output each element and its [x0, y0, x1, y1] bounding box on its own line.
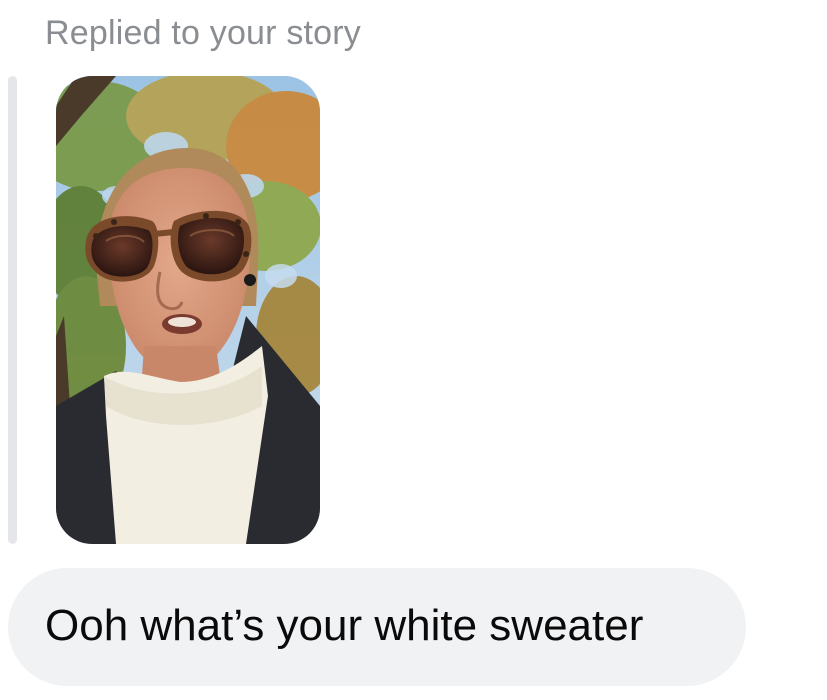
story-photo-image [56, 76, 320, 544]
reply-quote-bar [8, 76, 17, 544]
replied-to-story-label: Replied to your story [45, 14, 362, 52]
dm-thread: Replied to your story Ooh what’s your wh… [0, 0, 827, 700]
story-preview-thumbnail[interactable] [56, 76, 320, 544]
message-text: Ooh what’s your white sweater [45, 601, 644, 650]
message-bubble[interactable]: Ooh what’s your white sweater [8, 568, 746, 686]
